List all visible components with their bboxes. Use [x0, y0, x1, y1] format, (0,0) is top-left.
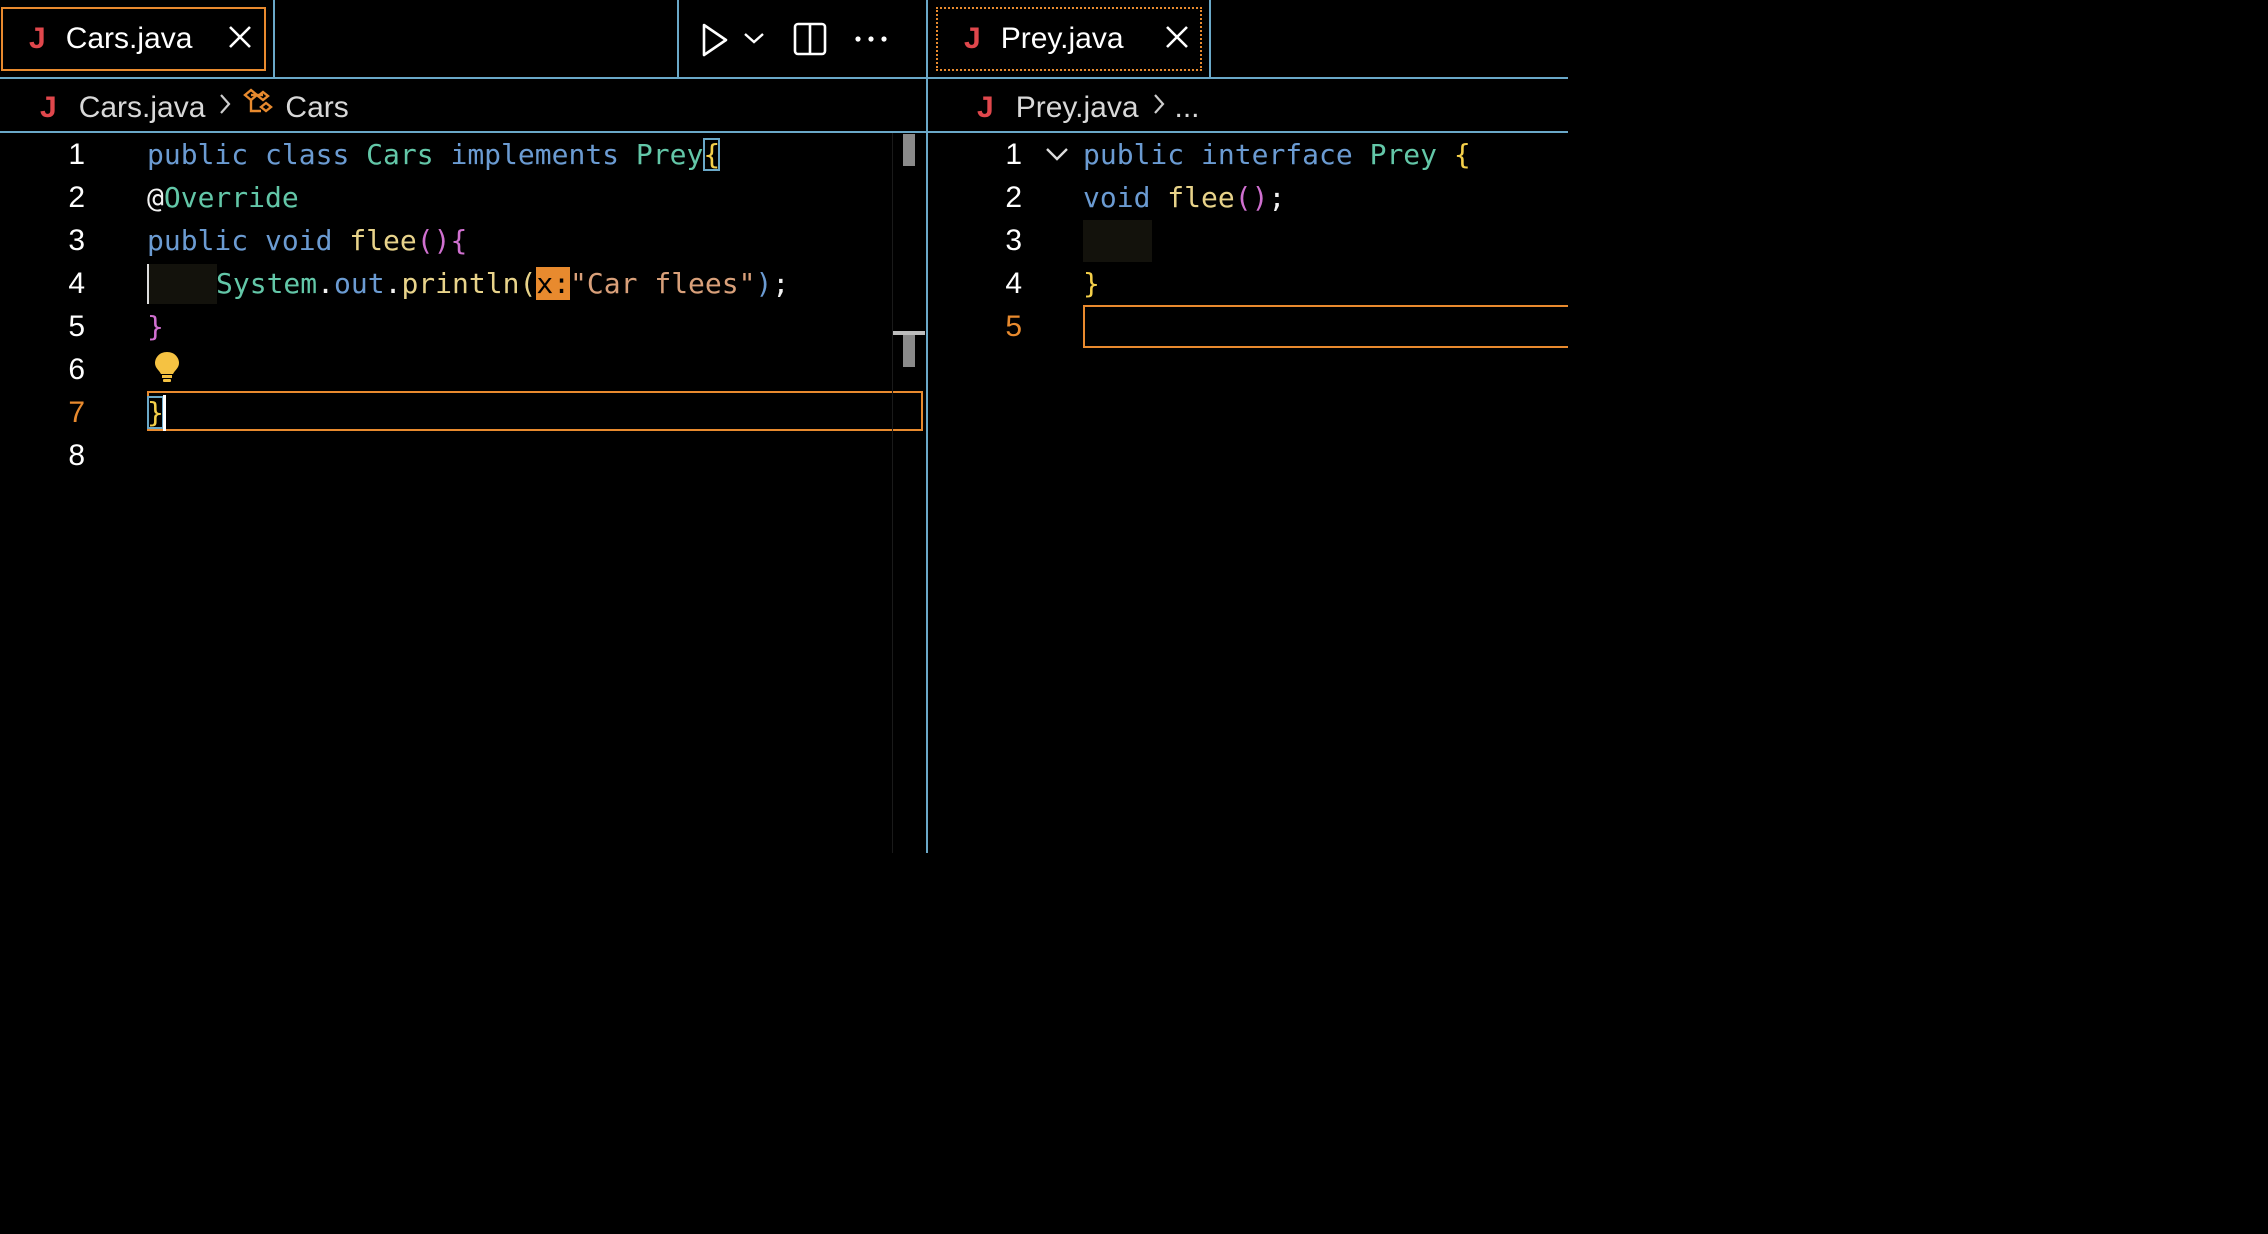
close-icon[interactable] [1164, 20, 1190, 59]
chevron-right-icon [217, 91, 233, 125]
chevron-right-icon [1151, 91, 1167, 125]
toolbar-divider [677, 0, 679, 79]
line-number-active: 5 [1005, 310, 1022, 343]
text-cursor [163, 395, 166, 431]
code-line-1[interactable]: public interface Prey { [1083, 133, 1471, 176]
play-icon[interactable] [700, 22, 730, 63]
line-number: 8 [68, 439, 85, 472]
java-file-icon: J [964, 22, 981, 55]
line-number: 5 [68, 310, 85, 343]
tab-cars-java[interactable]: J Cars.java [1, 7, 266, 71]
indent-guide [1083, 220, 1152, 262]
code-line-7[interactable]: } [147, 391, 164, 434]
tabbar-bottom-border [0, 77, 1568, 79]
code-line-5[interactable]: } [147, 305, 164, 348]
chevron-down-icon[interactable] [742, 30, 766, 51]
tab-divider [273, 0, 275, 79]
line-number: 2 [68, 181, 85, 214]
tab-label: Prey.java [1000, 22, 1124, 55]
fold-chevron-down-icon[interactable] [1044, 146, 1070, 167]
code-line-1[interactable]: public class Cars implements Prey{ [147, 133, 721, 176]
lightbulb-icon[interactable] [153, 350, 181, 389]
line-number: 1 [1005, 138, 1022, 171]
java-file-icon: J [29, 22, 46, 55]
line-number: 2 [1005, 181, 1022, 214]
breadcrumb-symbol[interactable]: Cars [285, 91, 348, 125]
right-tab-divider [1209, 0, 1211, 79]
code-line-4[interactable]: System.out.println(x:"Car flees"); [216, 262, 789, 305]
ellipsis-icon[interactable] [853, 32, 889, 50]
breadcrumb-file[interactable]: Cars.java [79, 91, 206, 125]
overview-ruler-marker [903, 335, 915, 367]
java-file-icon: J [977, 91, 994, 124]
line-number: 3 [1005, 224, 1022, 257]
line-number: 4 [1005, 267, 1022, 300]
class-symbol-icon [241, 87, 277, 129]
scrollbar-thumb[interactable] [903, 134, 915, 166]
tab-label: Cars.java [65, 22, 193, 55]
java-file-icon: J [40, 91, 57, 124]
line-number: 3 [68, 224, 85, 257]
breadcrumb-right: J Prey.java ... [977, 88, 1200, 128]
breadcrumb-left: J Cars.java Cars [40, 88, 349, 128]
parameter-hint: x: [536, 267, 571, 300]
matching-bracket: { [703, 138, 721, 171]
line-number-active: 7 [68, 396, 85, 429]
breadcrumb-file[interactable]: Prey.java [1016, 91, 1139, 125]
line-number: 1 [68, 138, 85, 171]
line-number: 6 [68, 353, 85, 386]
editor-group-divider [926, 0, 928, 853]
matching-bracket: } [147, 396, 164, 429]
close-icon[interactable] [227, 20, 253, 59]
breadcrumb-more[interactable]: ... [1175, 91, 1200, 125]
code-line-2[interactable]: @Override [147, 176, 299, 219]
indent-guide [147, 264, 217, 304]
scrollbar-track[interactable] [892, 133, 893, 853]
current-line-highlight [147, 391, 923, 431]
code-line-3[interactable]: public void flee(){ [147, 219, 467, 262]
code-line-2[interactable]: void flee(); [1083, 176, 1285, 219]
split-editor-icon[interactable] [792, 21, 828, 62]
tab-prey-java[interactable]: J Prey.java [936, 7, 1202, 71]
code-line-4[interactable]: } [1083, 262, 1100, 305]
current-line-highlight [1083, 305, 1568, 348]
line-number: 4 [68, 267, 85, 300]
